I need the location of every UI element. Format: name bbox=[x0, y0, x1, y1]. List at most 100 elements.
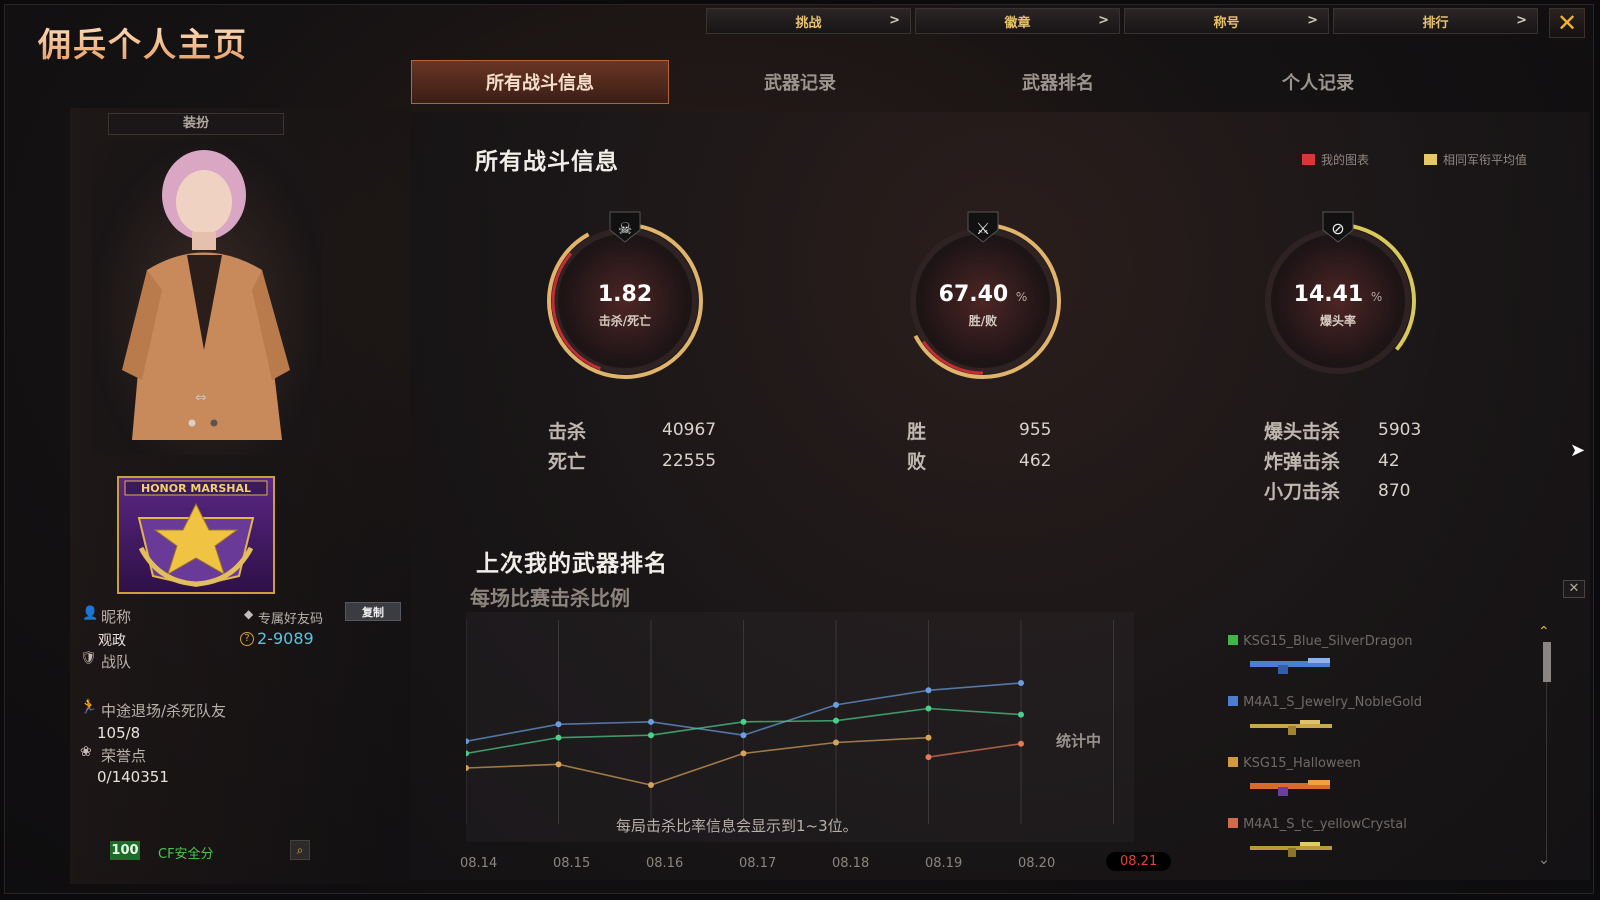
shotgun-icon bbox=[1250, 658, 1330, 674]
legend-swatch-red bbox=[1302, 154, 1315, 165]
question-icon[interactable]: ? bbox=[240, 632, 254, 646]
legend-label: 我的图表 bbox=[1321, 153, 1370, 167]
nickname-value: 观政 bbox=[98, 633, 126, 649]
copy-button[interactable]: 复制 bbox=[345, 602, 401, 621]
data-point bbox=[925, 754, 932, 761]
series-line-3 bbox=[928, 742, 1022, 758]
outfit-button[interactable]: 装扮 bbox=[108, 113, 284, 135]
chevron-right-icon: > bbox=[889, 13, 900, 28]
data-point bbox=[833, 739, 839, 746]
chart-note: 每局击杀比率信息会显示到1~3位。 bbox=[616, 817, 858, 835]
crossed-swords-icon: ⚔ bbox=[976, 219, 990, 238]
wins-label: 胜 bbox=[907, 421, 927, 443]
legend-label: 相同军衔平均值 bbox=[1443, 153, 1528, 167]
tab-personal-records[interactable]: 个人记录 bbox=[1189, 60, 1447, 104]
weapon-item[interactable]: M4A1_S_Jewelry_NobleGold bbox=[1228, 691, 1518, 752]
data-point bbox=[463, 738, 469, 745]
data-point bbox=[648, 732, 654, 739]
kd-label: 击杀/死亡 bbox=[598, 314, 652, 328]
cursor-icon: ➤ bbox=[1570, 440, 1586, 461]
headshot-icon: ⊘ bbox=[1331, 219, 1344, 238]
data-point bbox=[833, 717, 839, 724]
security-score: 100 bbox=[110, 841, 140, 860]
badge-text: HONOR MARSHAL bbox=[141, 482, 251, 495]
legend-rank-average: 相同军衔平均值 bbox=[1424, 151, 1527, 168]
losses-label: 败 bbox=[907, 451, 927, 473]
data-point bbox=[740, 718, 747, 725]
data-point bbox=[1018, 740, 1024, 747]
security-label: CF安全分 bbox=[158, 847, 214, 862]
data-point bbox=[925, 705, 932, 712]
data-point bbox=[833, 701, 839, 708]
weapon-item[interactable]: M4A1_S_tc_yellowCrystal bbox=[1228, 813, 1518, 874]
user-icon: 👤 bbox=[82, 606, 99, 621]
tab-weapon-records[interactable]: 武器记录 bbox=[671, 60, 929, 104]
friend-code-label: 专属好友码 bbox=[258, 612, 324, 627]
close-icon: ✕ bbox=[1556, 9, 1578, 37]
kd-number: 1.82 bbox=[597, 282, 653, 307]
team-label: 战队 bbox=[101, 653, 132, 671]
headshot-kills-value: 5903 bbox=[1378, 420, 1422, 440]
x-tick-label: 08.20 bbox=[1018, 856, 1056, 871]
data-point bbox=[555, 721, 562, 728]
data-point bbox=[740, 750, 747, 757]
top-nav: 挑战 > 徽章 > 称号 > 排行 > bbox=[706, 8, 1538, 34]
chart-status: 统计中 bbox=[1056, 732, 1102, 750]
topnav-label: 挑战 bbox=[795, 15, 822, 31]
topnav-label: 徽章 bbox=[1004, 15, 1031, 31]
page-title: 佣兵个人主页 bbox=[38, 18, 248, 66]
kd-value: 1.82 bbox=[545, 282, 705, 307]
friend-code-value: 2-9089 bbox=[257, 629, 314, 648]
headshot-rate-unit: % bbox=[1370, 290, 1383, 304]
weapon-list: KSG15_Blue_SilverDragon M4A1_S_Jewelry_N… bbox=[1228, 630, 1518, 874]
x-tick-label: 08.19 bbox=[925, 856, 963, 871]
topnav-title[interactable]: 称号 > bbox=[1124, 8, 1329, 34]
collapse-button[interactable]: ✕ bbox=[1563, 580, 1585, 598]
honor-marshal-emblem: HONOR MARSHAL bbox=[124, 480, 268, 588]
character-figure: ⇔ bbox=[122, 150, 290, 440]
weapon-name: M4A1_S_Jewelry_NobleGold bbox=[1243, 695, 1423, 710]
weapon-item[interactable]: KSG15_Halloween bbox=[1228, 752, 1518, 813]
rifle-icon bbox=[1250, 720, 1332, 735]
weapon-name: M4A1_S_tc_yellowCrystal bbox=[1243, 817, 1407, 832]
data-point bbox=[1018, 711, 1024, 718]
scroll-thumb[interactable] bbox=[1543, 642, 1551, 682]
kill-ratio-chart-svg bbox=[463, 620, 1114, 824]
win-rate-value: 67.40 % bbox=[903, 282, 1063, 307]
rifle-icon bbox=[1250, 842, 1332, 857]
weapon-item[interactable]: KSG15_Blue_SilverDragon bbox=[1228, 630, 1518, 691]
weapon-color-marker bbox=[1228, 635, 1238, 645]
scroll-up-icon[interactable]: ⌃ bbox=[1538, 624, 1550, 640]
data-point bbox=[740, 732, 747, 739]
data-point bbox=[555, 761, 562, 768]
rotate-icon: ⇔ bbox=[195, 390, 207, 406]
ranking-title: 上次我的武器排名 bbox=[476, 551, 668, 577]
data-point bbox=[648, 718, 654, 725]
bomb-kills-label: 炸弹击杀 bbox=[1264, 451, 1341, 473]
data-point bbox=[648, 782, 654, 788]
weapon-name: KSG15_Halloween bbox=[1243, 756, 1361, 771]
nickname-label: 昵称 bbox=[101, 608, 132, 626]
headshot-rate-label: 爆头率 bbox=[1319, 314, 1356, 328]
x-tick-label: 08.17 bbox=[739, 856, 777, 871]
data-point bbox=[463, 765, 469, 771]
data-point bbox=[555, 734, 562, 741]
scroll-down-icon[interactable]: ⌄ bbox=[1538, 852, 1550, 868]
wins-value: 955 bbox=[1019, 420, 1052, 440]
x-tick-label[interactable]: 08.21 bbox=[1106, 852, 1172, 871]
weapon-color-marker bbox=[1228, 818, 1238, 828]
topnav-challenge[interactable]: 挑战 > bbox=[706, 8, 911, 34]
chevron-right-icon: > bbox=[1307, 13, 1318, 28]
topnav-badge[interactable]: 徽章 > bbox=[915, 8, 1120, 34]
deaths-label: 死亡 bbox=[548, 451, 587, 473]
close-icon: ✕ bbox=[1568, 581, 1580, 596]
data-point bbox=[925, 687, 932, 694]
search-button[interactable]: ⌕ bbox=[290, 840, 310, 860]
losses-value: 462 bbox=[1019, 451, 1052, 471]
tab-all-battle-info[interactable]: 所有战斗信息 bbox=[411, 60, 669, 104]
tab-weapon-ranking[interactable]: 武器排名 bbox=[929, 60, 1187, 104]
running-icon: 🏃 bbox=[80, 699, 98, 715]
kill-ratio-chart bbox=[463, 612, 1134, 842]
close-button[interactable]: ✕ bbox=[1549, 8, 1585, 38]
topnav-rank[interactable]: 排行 > bbox=[1333, 8, 1538, 34]
